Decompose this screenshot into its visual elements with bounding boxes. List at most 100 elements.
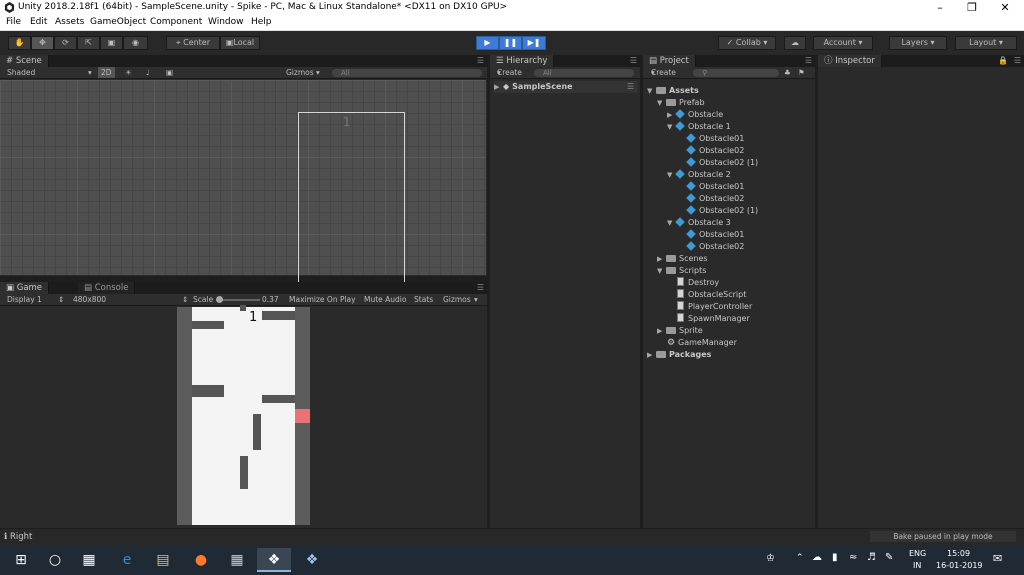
- pen-icon[interactable]: ✎: [885, 552, 893, 563]
- close-icon[interactable]: ✕: [990, 0, 1020, 16]
- file-explorer-button[interactable]: ▤: [146, 548, 180, 572]
- game-gizmos-dropdown[interactable]: Gizmos: [443, 294, 471, 305]
- stats-toggle[interactable]: Stats: [414, 294, 433, 305]
- scale-slider-handle[interactable]: [216, 296, 223, 303]
- gizmos-dropdown[interactable]: Gizmos: [286, 67, 314, 78]
- menu-window[interactable]: Window: [208, 17, 244, 27]
- tab-scene[interactable]: # Scene: [0, 55, 49, 67]
- tab-game[interactable]: ▣ Game: [0, 282, 50, 294]
- cortana-button[interactable]: ○: [38, 548, 72, 572]
- app-button[interactable]: ▦: [220, 548, 254, 572]
- windows-start-button[interactable]: ⊞: [4, 548, 38, 572]
- hierarchy-create-dropdown[interactable]: Create ▾: [497, 67, 522, 78]
- display-chevron-icon[interactable]: ⇕: [58, 294, 64, 305]
- lighting-icon[interactable]: ☀: [125, 67, 132, 78]
- menu-component[interactable]: Component: [150, 17, 202, 27]
- task-view-button[interactable]: ▦: [72, 548, 106, 572]
- scene-menu-icon[interactable]: ☰: [627, 81, 634, 93]
- scene-search-input[interactable]: All: [332, 69, 482, 77]
- collapse-arrow-icon[interactable]: ▶: [657, 325, 666, 337]
- clock-time[interactable]: 15:09: [947, 549, 970, 558]
- hierarchy-search-input[interactable]: All: [534, 69, 634, 77]
- wifi-icon[interactable]: ≈: [849, 552, 857, 563]
- tree-item-obstacle02[interactable]: Obstacle02: [686, 241, 744, 253]
- tree-item-obstacle01[interactable]: Obstacle01: [686, 229, 744, 241]
- collapse-arrow-icon[interactable]: ▶: [657, 253, 666, 265]
- panel-menu-icon[interactable]: ☰: [477, 283, 484, 292]
- shading-dropdown[interactable]: Shaded: [7, 67, 35, 78]
- layout-dropdown[interactable]: Layout ▾: [955, 36, 1017, 50]
- panel-menu-icon[interactable]: ☰: [477, 56, 484, 65]
- filter-type-icon[interactable]: ♣: [784, 67, 791, 78]
- account-dropdown[interactable]: Account ▾: [813, 36, 873, 50]
- hand-tool-button[interactable]: ✋: [8, 36, 31, 50]
- tree-item-packages[interactable]: ▶ Packages: [647, 349, 711, 361]
- volume-icon[interactable]: ♬: [867, 552, 876, 563]
- game-gizmos-chevron-icon[interactable]: ▾: [474, 294, 478, 305]
- scale-slider[interactable]: [216, 296, 260, 303]
- tree-item-sprite[interactable]: ▶ Sprite: [657, 325, 703, 337]
- mute-audio-toggle[interactable]: Mute Audio: [364, 294, 406, 305]
- tree-item-obstacle02[interactable]: Obstacle02: [686, 193, 744, 205]
- shading-chevron-icon[interactable]: ▾: [88, 67, 92, 78]
- tree-item-obstacle02-1[interactable]: Obstacle02 (1): [686, 205, 758, 217]
- tree-item-obstacle-script[interactable]: ObstacleScript: [677, 289, 746, 301]
- resolution-chevron-icon[interactable]: ⇕: [182, 294, 188, 305]
- language-code[interactable]: ENG: [909, 549, 926, 558]
- maximize-icon[interactable]: ❐: [957, 0, 987, 16]
- display-dropdown[interactable]: Display 1: [7, 294, 42, 305]
- resolution-dropdown[interactable]: 480x800: [73, 294, 106, 305]
- tree-item-player-controller[interactable]: PlayerController: [677, 301, 752, 313]
- cloud-button[interactable]: ☁: [784, 36, 806, 50]
- tree-item-obstacle02[interactable]: Obstacle02: [686, 145, 744, 157]
- collapse-arrow-icon[interactable]: ▶: [494, 81, 503, 93]
- project-create-dropdown[interactable]: Create ▾: [651, 67, 676, 78]
- maximize-on-play-toggle[interactable]: Maximize On Play: [289, 294, 356, 305]
- tab-inspector[interactable]: ⓘ Inspector: [818, 55, 882, 67]
- tree-item-assets[interactable]: ▼ Assets: [647, 85, 699, 97]
- tree-item-scenes[interactable]: ▶ Scenes: [657, 253, 708, 265]
- expand-arrow-icon[interactable]: ▼: [667, 217, 676, 229]
- chevron-up-icon[interactable]: ⌃: [796, 553, 804, 563]
- pivot-local-button[interactable]: ▣Local: [220, 36, 260, 50]
- scale-tool-button[interactable]: ⇱: [77, 36, 100, 50]
- hierarchy-scene-row[interactable]: ▶ ◆ SampleScene ☰: [494, 81, 638, 93]
- rect-tool-button[interactable]: ▣: [100, 36, 123, 50]
- transform-tool-button[interactable]: ◉: [123, 36, 148, 50]
- unity-taskbar-button[interactable]: ❖: [257, 548, 291, 572]
- tree-item-scripts[interactable]: ▼ Scripts: [657, 265, 706, 277]
- collab-button[interactable]: ✓ Collab ▾: [718, 36, 776, 50]
- minimize-icon[interactable]: –: [925, 0, 955, 16]
- audio-icon[interactable]: ♩: [146, 67, 150, 78]
- tree-item-obstacle01[interactable]: Obstacle01: [686, 181, 744, 193]
- cloud-tray-icon[interactable]: ☁: [812, 552, 822, 563]
- tab-project[interactable]: ▤ Project: [643, 55, 696, 67]
- expand-arrow-icon[interactable]: ▼: [667, 169, 676, 181]
- collapse-arrow-icon[interactable]: ▶: [667, 109, 676, 121]
- tree-item-obstacle02-1[interactable]: Obstacle02 (1): [686, 157, 758, 169]
- panel-menu-icon[interactable]: ☰: [805, 56, 812, 65]
- layers-dropdown[interactable]: Layers ▾: [889, 36, 947, 50]
- notification-icon[interactable]: ✉: [993, 552, 1002, 565]
- tree-item-game-manager[interactable]: ⚙ GameManager: [667, 337, 737, 349]
- tab-hierarchy[interactable]: ☰ Hierarchy: [490, 55, 555, 67]
- people-icon[interactable]: ♔: [766, 553, 775, 564]
- scene-viewport[interactable]: 1: [0, 80, 486, 282]
- effects-icon[interactable]: ▣: [166, 67, 173, 78]
- clock-date[interactable]: 16-01-2019: [936, 561, 983, 570]
- tree-item-spawn-manager[interactable]: SpawnManager: [677, 313, 750, 325]
- tree-item-obstacle01[interactable]: Obstacle01: [686, 133, 744, 145]
- pause-button[interactable]: ❚❚: [499, 36, 522, 50]
- lock-icon[interactable]: 🔒: [998, 56, 1008, 65]
- firefox-button[interactable]: ●: [184, 548, 218, 572]
- step-button[interactable]: ▶❚: [522, 36, 546, 50]
- pivot-center-button[interactable]: ⌖ Center: [166, 36, 220, 50]
- language-region[interactable]: IN: [913, 561, 921, 570]
- menu-assets[interactable]: Assets: [55, 17, 84, 27]
- mode-2d-button[interactable]: 2D: [98, 67, 115, 78]
- game-viewport[interactable]: 1: [0, 305, 486, 525]
- expand-arrow-icon[interactable]: ▼: [647, 85, 656, 97]
- menu-edit[interactable]: Edit: [30, 17, 47, 27]
- battery-icon[interactable]: ▮: [832, 552, 838, 563]
- expand-arrow-icon[interactable]: ▼: [657, 265, 666, 277]
